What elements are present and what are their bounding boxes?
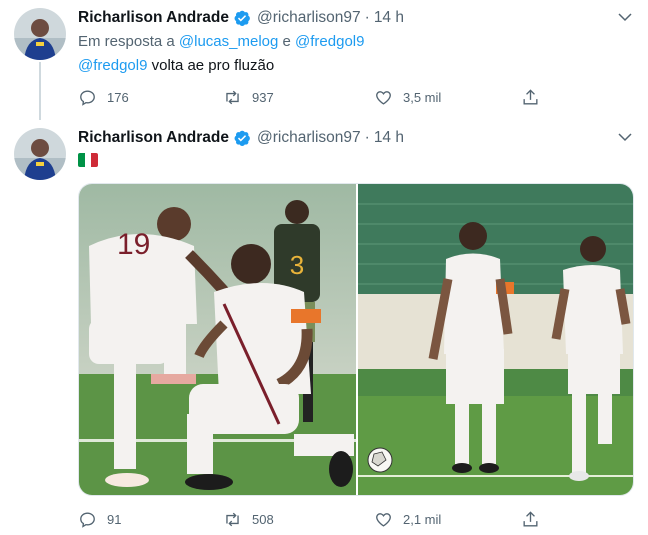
italy-flag-emoji	[78, 153, 98, 167]
reply-button[interactable]: 176	[78, 86, 129, 108]
tweet-photo[interactable]: Richarlison Andrade @richarlison97 · 14 …	[0, 120, 648, 535]
author-handle[interactable]: @richarlison97	[257, 129, 361, 147]
reply-count: 91	[107, 511, 122, 527]
mention-link[interactable]: @fredgol9	[295, 33, 364, 50]
flag-stripe-green	[78, 153, 85, 167]
avatar[interactable]	[14, 128, 66, 180]
tweet-text: @fredgol9 volta ae pro fluzão	[78, 57, 274, 74]
timestamp[interactable]: 14 h	[374, 129, 404, 147]
author-handle[interactable]: @richarlison97	[257, 9, 361, 27]
jersey-number: 3	[290, 250, 304, 280]
share-button[interactable]	[521, 86, 550, 108]
tweet-actions: 176 937 3,5 mil	[78, 86, 548, 108]
photo-grid: 3 19	[78, 183, 634, 496]
jersey-number: 19	[117, 228, 150, 261]
author-name[interactable]: Richarlison Andrade	[78, 129, 229, 147]
share-button[interactable]	[521, 508, 550, 530]
timestamp[interactable]: 14 h	[374, 9, 404, 27]
tweet-header: Richarlison Andrade @richarlison97 · 14 …	[78, 8, 404, 28]
retweet-icon	[226, 90, 239, 104]
retweet-button[interactable]: 508	[223, 508, 274, 530]
author-name[interactable]: Richarlison Andrade	[78, 9, 229, 27]
replying-to-label: Em resposta a	[78, 33, 175, 50]
retweet-count: 508	[252, 511, 274, 527]
retweet-count: 937	[252, 89, 274, 105]
photo-players-kneeling[interactable]: 3 19	[79, 184, 356, 495]
chevron-down-icon[interactable]	[616, 128, 634, 146]
like-button[interactable]: 2,1 mil	[374, 508, 441, 530]
share-icon	[523, 88, 538, 105]
verified-badge-icon	[233, 129, 251, 147]
reply-count: 176	[107, 89, 129, 105]
like-count: 2,1 mil	[403, 511, 442, 527]
like-count: 3,5 mil	[403, 89, 442, 105]
reply-icon	[80, 511, 95, 528]
share-icon	[523, 510, 538, 527]
tweet-header: Richarlison Andrade @richarlison97 · 14 …	[78, 128, 404, 148]
mention-link[interactable]: @fredgol9	[78, 57, 147, 74]
chevron-down-icon[interactable]	[616, 8, 634, 26]
tweet-actions: 91 508 2,1 mil	[78, 508, 548, 530]
flag-stripe-red	[91, 153, 98, 167]
retweet-button[interactable]: 937	[223, 86, 274, 108]
photo-players-on-field[interactable]	[358, 184, 633, 495]
like-icon	[376, 90, 391, 105]
reply-icon	[80, 89, 95, 106]
replying-to-conjunction: e	[282, 33, 291, 50]
flag-stripe-white	[84, 153, 92, 167]
separator-dot: ·	[364, 9, 370, 26]
tweet-text-body: volta ae pro fluzão	[147, 57, 275, 74]
verified-badge-icon	[233, 9, 251, 27]
replying-to-line: Em resposta a @lucas_melog e @fredgol9	[78, 33, 364, 50]
retweet-icon	[226, 512, 239, 526]
tweet-reply[interactable]: Richarlison Andrade @richarlison97 · 14 …	[0, 0, 648, 120]
avatar[interactable]	[14, 8, 66, 60]
like-button[interactable]: 3,5 mil	[374, 86, 441, 108]
separator-dot: ·	[364, 129, 370, 146]
reply-button[interactable]: 91	[78, 508, 121, 530]
mention-link[interactable]: @lucas_melog	[179, 33, 278, 50]
thread-connector-line	[39, 62, 41, 120]
like-icon	[376, 512, 391, 527]
